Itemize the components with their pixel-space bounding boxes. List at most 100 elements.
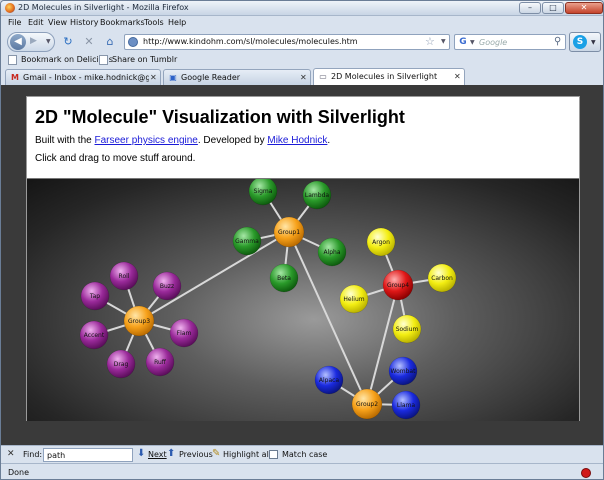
- menu-bookmarks[interactable]: Bookmarks: [100, 18, 145, 27]
- url-dropdown-icon[interactable]: ▼: [441, 38, 446, 45]
- window-title: 2D Molecules in Silverlight - Mozilla Fi…: [18, 3, 189, 12]
- atom-beta[interactable]: Beta: [269, 263, 299, 293]
- find-previous-icon[interactable]: ⬆: [167, 448, 175, 459]
- tab-gmail-close-icon[interactable]: ✕: [150, 73, 157, 82]
- atom-buzz[interactable]: Buzz: [152, 271, 182, 301]
- menu-file[interactable]: File: [8, 18, 21, 27]
- find-previous-button[interactable]: Previous: [179, 450, 213, 459]
- search-input[interactable]: Google: [479, 38, 507, 47]
- tab-molecules-close-icon[interactable]: ✕: [454, 72, 461, 81]
- reload-icon[interactable]: ↻: [61, 35, 75, 49]
- status-bar: Done: [1, 463, 603, 479]
- atom-llama[interactable]: Llama: [391, 390, 421, 420]
- skype-dropdown-icon[interactable]: ▼: [591, 39, 596, 46]
- url-bar[interactable]: http://www.kindohm.com/sl/molecules/mole…: [124, 34, 450, 50]
- search-engine-dropdown-icon[interactable]: ▼: [470, 39, 475, 46]
- atom-label: Helium: [343, 296, 364, 303]
- navigation-toolbar: ◀ ▶ ▼ ↻ ✕ ⌂ http://www.kindohm.com/sl/mo…: [1, 31, 603, 53]
- title-bar: 2D Molecules in Silverlight - Mozilla Fi…: [1, 1, 603, 16]
- atom-group1[interactable]: Group1: [273, 216, 305, 248]
- menu-tools[interactable]: Tools: [144, 18, 164, 27]
- atom-sigma[interactable]: Sigma: [248, 179, 278, 206]
- bookmark-tumblr[interactable]: Share on Tumblr: [112, 55, 177, 64]
- skype-button[interactable]: S ▼: [569, 32, 601, 52]
- atom-alpha[interactable]: Alpha: [317, 237, 347, 267]
- instruction-text: Click and drag to move stuff around.: [35, 153, 196, 164]
- stop-icon[interactable]: ✕: [82, 35, 96, 49]
- page-icon: ▭: [319, 72, 327, 81]
- google-engine-icon[interactable]: G: [457, 36, 469, 48]
- atom-group4[interactable]: Group4: [382, 269, 414, 301]
- skype-icon: S: [573, 35, 587, 49]
- silverlight-canvas[interactable]: Group1 Sigma Lambda Gamma Alpha Beta Group3 Rol…: [27, 178, 579, 421]
- search-icon[interactable]: ⚲: [554, 36, 561, 47]
- site-identity-icon[interactable]: [128, 37, 138, 47]
- atom-label: Llama: [397, 402, 416, 409]
- farseer-link[interactable]: Farseer physics engine: [94, 135, 197, 146]
- atom-accent[interactable]: Accent: [79, 320, 109, 350]
- back-forward-group: ◀ ▶ ▼: [7, 32, 55, 52]
- tab-molecules[interactable]: ▭ 2D Molecules in Silverlight ✕: [313, 68, 465, 85]
- molecule-graph[interactable]: Group1 Sigma Lambda Gamma Alpha Beta Group3 Rol…: [27, 179, 579, 422]
- credits-prefix: Built with the: [35, 135, 95, 146]
- atom-ruff[interactable]: Ruff: [145, 347, 175, 377]
- atom-label: Tap: [89, 293, 100, 300]
- atom-alpaca[interactable]: Alpaca: [314, 365, 344, 395]
- atom-label: Flam: [177, 330, 192, 337]
- atom-tap[interactable]: Tap: [80, 281, 110, 311]
- atom-label: Group1: [278, 229, 300, 236]
- atom-group3[interactable]: Group3: [123, 305, 155, 337]
- match-case-checkbox[interactable]: [269, 450, 278, 459]
- bookmark-star-icon[interactable]: ☆: [425, 35, 435, 48]
- close-button[interactable]: ✕: [565, 2, 603, 14]
- tab-gmail[interactable]: M Gmail - Inbox - mike.hodnick@gma... ✕: [5, 69, 161, 85]
- highlight-icon[interactable]: ✎: [212, 448, 220, 459]
- highlight-all-button[interactable]: Highlight all: [223, 450, 271, 459]
- browser-window: 2D Molecules in Silverlight - Mozilla Fi…: [0, 0, 604, 480]
- match-case-label[interactable]: Match case: [282, 450, 327, 459]
- atom-drag[interactable]: Drag: [106, 349, 136, 379]
- tab-molecules-label: 2D Molecules in Silverlight: [331, 72, 438, 81]
- tab-google-reader-close-icon[interactable]: ✕: [300, 73, 307, 82]
- forward-icon[interactable]: ▶: [30, 36, 37, 46]
- menu-edit[interactable]: Edit: [28, 18, 44, 27]
- atom-carbon[interactable]: Carbon: [427, 263, 457, 293]
- atom-label: Carbon: [431, 275, 453, 282]
- find-close-icon[interactable]: ✕: [7, 449, 15, 459]
- author-link[interactable]: Mike Hodnick: [267, 135, 327, 146]
- atom-roll[interactable]: Roll: [109, 261, 139, 291]
- minimize-button[interactable]: –: [519, 2, 541, 14]
- home-icon[interactable]: ⌂: [103, 35, 117, 49]
- atom-flam[interactable]: Flam: [169, 318, 199, 348]
- atom-helium[interactable]: Helium: [339, 284, 369, 314]
- url-text[interactable]: http://www.kindohm.com/sl/molecules/mole…: [143, 37, 358, 46]
- menu-view[interactable]: View: [48, 18, 67, 27]
- search-box[interactable]: G ▼ Google ⚲: [454, 34, 566, 50]
- status-text: Done: [8, 468, 30, 477]
- menu-help[interactable]: Help: [168, 18, 186, 27]
- atom-sodium[interactable]: Sodium: [392, 314, 422, 344]
- tab-google-reader[interactable]: ▣ Google Reader ✕: [163, 69, 311, 85]
- history-dropdown-icon[interactable]: ▼: [46, 38, 51, 45]
- atom-lambda[interactable]: Lambda: [302, 180, 332, 210]
- atom-label: Ruff: [154, 359, 167, 366]
- atom-gamma[interactable]: Gamma: [232, 226, 262, 256]
- atom-label: Sodium: [396, 326, 419, 333]
- atom-label: Accent: [84, 332, 105, 339]
- bond-group4-group2: [366, 284, 399, 405]
- web-page: 2D "Molecule" Visualization with Silverl…: [26, 96, 580, 421]
- back-icon[interactable]: ◀: [10, 34, 26, 50]
- atom-wombat[interactable]: Wombat: [388, 356, 418, 386]
- firefox-icon: [5, 3, 15, 13]
- menu-bar: File Edit View History Bookmarks Tools H…: [1, 17, 603, 31]
- tumblr-icon: [99, 55, 108, 65]
- page-viewport: 2D "Molecule" Visualization with Silverl…: [1, 85, 603, 445]
- find-next-button[interactable]: Next: [148, 450, 167, 459]
- find-next-icon[interactable]: ⬇: [137, 448, 145, 459]
- find-input[interactable]: path: [43, 448, 133, 462]
- maximize-button[interactable]: □: [542, 2, 564, 14]
- atom-group2[interactable]: Group2: [351, 388, 383, 420]
- atom-argon[interactable]: Argon: [366, 227, 396, 257]
- delicious-icon: [8, 55, 17, 65]
- menu-history[interactable]: History: [70, 18, 98, 27]
